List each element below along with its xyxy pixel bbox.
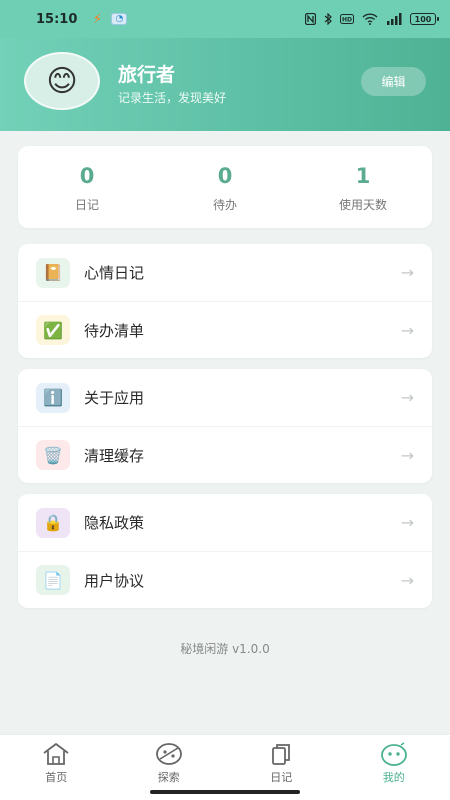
- stat-value: 0: [79, 163, 95, 188]
- menu-item-clear-cache[interactable]: 🗑️ 清理缓存 →: [18, 426, 432, 483]
- edit-profile-button[interactable]: 编辑: [361, 67, 426, 96]
- app-version: 秘境闲游 v1.0.0: [180, 642, 270, 656]
- menu-group-records: 📔 心情日记 → ✅ 待办清单 →: [18, 244, 432, 358]
- arrow-right-icon: →: [400, 513, 414, 532]
- profile-header: 😊 旅行者 记录生活，发现美好 编辑: [0, 38, 450, 131]
- stats-card: 0 日记 0 待办 1 使用天数: [18, 146, 432, 228]
- diary-stack-icon: [266, 741, 296, 767]
- profile-name: 旅行者: [118, 64, 176, 86]
- lock-icon: 🔒: [36, 507, 70, 538]
- nav-label: 首页: [45, 771, 68, 784]
- status-bar: 15:10 ⚡ ◔ HD 100: [0, 0, 450, 38]
- bluetooth-icon: [324, 13, 332, 25]
- stat-days-used: 1 使用天数: [294, 146, 432, 228]
- menu-item-privacy-policy[interactable]: 🔒 隐私政策 →: [18, 494, 432, 551]
- stat-label: 使用天数: [338, 197, 387, 212]
- nav-label: 我的: [382, 771, 405, 784]
- trash-icon: 🗑️: [36, 440, 70, 470]
- menu-item-user-agreement[interactable]: 📄 用户协议 →: [18, 551, 432, 608]
- status-indicators: HD 100: [305, 13, 439, 25]
- explore-icon: [154, 741, 184, 767]
- wifi-icon: [362, 13, 378, 25]
- nav-profile[interactable]: 我的: [338, 735, 450, 800]
- profile-face-icon: [379, 741, 409, 767]
- hd-icon: HD: [340, 14, 354, 24]
- menu-item-label: 清理缓存: [84, 446, 145, 465]
- stat-todo[interactable]: 0 待办: [156, 146, 294, 228]
- menu-item-label: 用户协议: [84, 571, 145, 590]
- menu-item-todo-list[interactable]: ✅ 待办清单 →: [18, 301, 432, 358]
- arrow-right-icon: →: [400, 263, 414, 282]
- checkmark-icon: ✅: [36, 315, 70, 345]
- arrow-right-icon: →: [400, 320, 414, 340]
- notification-app-icon-2: ◔: [111, 13, 128, 25]
- stat-diary[interactable]: 0 日记: [18, 146, 156, 228]
- stat-label: 日记: [74, 197, 99, 212]
- menu-item-label: 待办清单: [84, 321, 145, 340]
- notification-app-icon: ⚡: [92, 11, 102, 27]
- arrow-right-icon: →: [400, 445, 414, 465]
- diary-icon: 📔: [36, 257, 70, 288]
- document-icon: 📄: [36, 565, 70, 595]
- nfc-icon: [305, 13, 316, 25]
- nav-label: 探索: [157, 771, 180, 784]
- status-time: 15:10: [36, 11, 78, 27]
- home-icon: [41, 741, 71, 767]
- menu-item-label: 心情日记: [84, 264, 145, 282]
- menu-item-label: 隐私政策: [84, 514, 145, 532]
- svg-text:HD: HD: [342, 17, 352, 24]
- stat-label: 待办: [212, 197, 237, 212]
- arrow-right-icon: →: [400, 570, 414, 590]
- menu-group-app: ℹ️ 关于应用 → 🗑️ 清理缓存 →: [18, 369, 432, 483]
- menu-item-mood-diary[interactable]: 📔 心情日记 →: [18, 244, 432, 301]
- arrow-right-icon: →: [400, 388, 414, 407]
- home-indicator[interactable]: [150, 790, 300, 794]
- nav-label: 日记: [270, 771, 293, 784]
- menu-group-legal: 🔒 隐私政策 → 📄 用户协议 →: [18, 494, 432, 608]
- signal-icon: [386, 13, 402, 25]
- avatar[interactable]: 😊: [24, 52, 100, 110]
- info-icon: ℹ️: [36, 382, 70, 413]
- profile-motto: 记录生活，发现美好: [118, 91, 227, 105]
- nav-home[interactable]: 首页: [0, 735, 113, 800]
- menu-item-label: 关于应用: [84, 389, 145, 407]
- stat-value: 1: [355, 163, 371, 188]
- stat-value: 0: [217, 163, 233, 188]
- menu-item-about-app[interactable]: ℹ️ 关于应用 →: [18, 369, 432, 426]
- battery-icon: 100: [410, 13, 439, 25]
